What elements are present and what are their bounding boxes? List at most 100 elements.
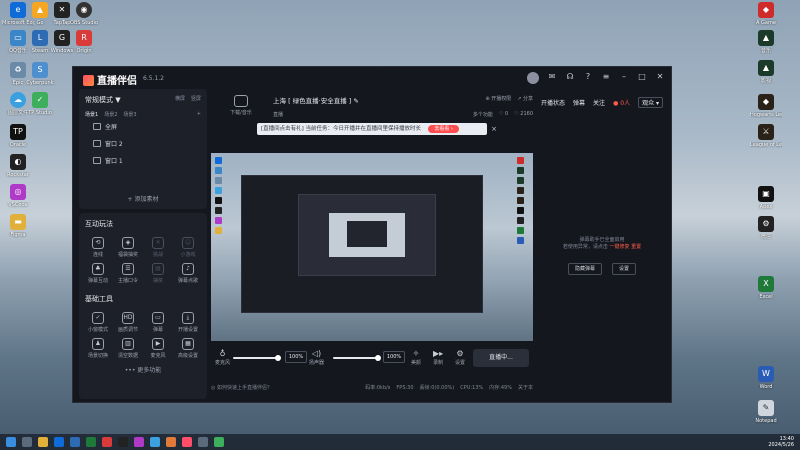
avatar[interactable] [527, 72, 539, 84]
quick-start-link[interactable]: ◎ 如何快速上手直播伴侣？ [211, 381, 272, 395]
tab-live-status[interactable]: 开播状态 [541, 98, 565, 107]
tab-scene-3[interactable]: 场景3 [123, 111, 136, 118]
reset-link[interactable]: 重置 [631, 244, 641, 250]
taskbar-app-icon[interactable] [38, 437, 48, 447]
taskbar-app-icon[interactable] [102, 437, 112, 447]
taskbar-app-icon[interactable] [166, 437, 176, 447]
tool-item[interactable]: ⟲ 连线 [83, 235, 113, 258]
tool-item[interactable]: ◈ 福袋抽奖 [113, 235, 143, 258]
close-button[interactable]: ✕ [655, 72, 665, 82]
taskbar-app-icon[interactable] [150, 437, 160, 447]
speaker-volume-slider[interactable] [333, 355, 381, 361]
list-item[interactable]: 全屏 [79, 118, 207, 135]
desktop-icon[interactable]: R Origin [68, 30, 100, 54]
settings-button[interactable]: ⚙ 设置 [455, 349, 465, 366]
slider-handle[interactable] [375, 355, 381, 361]
portrait-button[interactable]: 竖屏 [191, 95, 201, 105]
menu-icon[interactable]: ≡ [601, 72, 611, 82]
features-link[interactable]: 多个功能 [473, 111, 493, 118]
add-scene-icon[interactable]: + [197, 111, 201, 118]
taskbar-app-icon[interactable] [118, 437, 128, 447]
help-icon[interactable]: ? [583, 72, 593, 82]
desktop-icon[interactable]: X Excel [750, 276, 782, 300]
headset-icon[interactable]: ☊ [565, 72, 575, 82]
record-button[interactable]: ▶▸ 录制 [433, 349, 443, 366]
live-status-button[interactable]: 直播中... [473, 349, 529, 367]
permission-button[interactable]: ⊕ 开播权限 [485, 95, 511, 102]
mic-toggle[interactable]: ♁ 麦克风 [215, 349, 230, 366]
room-title[interactable]: 上海 [ 绿色直播·安全直播 ] ✎ [273, 95, 359, 105]
tool-item[interactable]: ✕ 挑战 [143, 235, 173, 258]
speaker-volume-value[interactable]: 100% [383, 351, 405, 363]
stream-preview[interactable] [211, 153, 533, 341]
more-features-button[interactable]: ••• 更多功能 [79, 363, 207, 374]
taskbar-app-icon[interactable] [182, 437, 192, 447]
maximize-button[interactable]: □ [637, 72, 647, 82]
share-button[interactable]: ↗ 分享 [517, 95, 533, 102]
viewer-filter-select[interactable]: 观众 ▾ [638, 97, 663, 108]
desktop-icon[interactable]: ✓ TP Studio [24, 92, 56, 116]
desktop-icon[interactable]: ◆Hogwarts Legacy [750, 94, 782, 118]
taskbar-app-icon[interactable] [86, 437, 96, 447]
mic-volume-slider[interactable] [233, 355, 281, 361]
desktop-icon[interactable]: ◐ Rockstar [2, 154, 34, 178]
room-category: 直播 [273, 112, 284, 118]
desktop-icon[interactable]: ◉ OBS Studio [68, 2, 100, 26]
banner-go-button[interactable]: 去看看 › [428, 125, 459, 133]
tool-item[interactable]: ▤ 抽奖 [143, 261, 173, 284]
tool-item[interactable]: HD 画质调节 [113, 310, 143, 333]
banner-close-icon[interactable]: × [491, 123, 497, 135]
tool-item[interactable]: ▥ 清空数据 [113, 336, 143, 359]
add-source-button[interactable]: + 添加素材 [79, 194, 207, 203]
tool-item[interactable]: ♣ 弹幕互动 [83, 261, 113, 284]
landscape-button[interactable]: 横屏 [175, 95, 185, 105]
desktop-icon[interactable]: ▣ Apex [750, 186, 782, 210]
mic-volume-value[interactable]: 100% [285, 351, 307, 363]
tool-item[interactable]: ✓ 小窗模式 [83, 310, 113, 333]
tab-scene-2[interactable]: 场景2 [104, 111, 117, 118]
tab-scene-1[interactable]: 场景1 [85, 111, 98, 118]
tool-item[interactable]: ▶ 麦克风 [143, 336, 173, 359]
taskbar-app-icon[interactable] [198, 437, 208, 447]
desktop-icon[interactable]: ⚔League of Legends [750, 124, 782, 148]
mode-select[interactable]: 常规模式 ▼ [85, 95, 121, 105]
taskbar-clock[interactable]: 13:40 2024/5/26 [768, 436, 794, 448]
list-item[interactable]: 窗口 2 [79, 135, 207, 152]
app-icon: R [76, 30, 92, 46]
desktop-icon[interactable]: ▲ 音乐 [750, 30, 782, 54]
tool-item[interactable]: ▭ 弹幕 [143, 310, 173, 333]
tab-danmaku[interactable]: 弹幕 [573, 98, 585, 107]
minimize-button[interactable]: – [619, 72, 629, 82]
desktop-icon[interactable]: ▬ Figma [2, 214, 34, 238]
desktop-icon[interactable]: ✎ Notepad [750, 400, 782, 424]
tool-item[interactable]: ☺ 小游戏 [173, 235, 203, 258]
app-icon: ✓ [32, 92, 48, 108]
taskbar-app-icon[interactable] [134, 437, 144, 447]
tool-item[interactable]: ⤓ 开播设置 [173, 310, 203, 333]
tool-item[interactable]: ♪ 弹幕点歌 [173, 261, 203, 284]
room-cover[interactable]: 下载/音乐 [219, 93, 263, 121]
tool-item[interactable]: ☰ 主播口令 [113, 261, 143, 284]
message-icon[interactable]: ✉ [547, 72, 557, 82]
fix-link[interactable]: 一键修复 [609, 244, 629, 250]
hide-danmaku-button[interactable]: 隐藏弹幕 [567, 263, 602, 275]
desktop-icon[interactable]: ▲ 影视 [750, 60, 782, 84]
slider-handle[interactable] [275, 355, 281, 361]
desktop-icon[interactable]: ◆ A Game [750, 2, 782, 26]
tool-item[interactable]: ▦ 高级设置 [173, 336, 203, 359]
start-icon[interactable] [6, 437, 16, 447]
tool-item[interactable]: ♟ 场景切换 [83, 336, 113, 359]
desktop-icon[interactable]: ◎ VSCode [2, 184, 34, 208]
danmaku-settings-button[interactable]: 设置 [612, 263, 637, 275]
desktop-icon[interactable]: TP Oracle [2, 124, 34, 148]
speaker-toggle[interactable]: ◁) 扬声器 [309, 349, 324, 366]
desktop-icon[interactable]: S Cyberpunk [24, 62, 56, 86]
desktop-icon[interactable]: ⚙ 微信 [750, 216, 782, 240]
list-item[interactable]: 窗口 1 [79, 152, 207, 169]
desktop-icon[interactable]: W Word [750, 366, 782, 390]
search-icon[interactable] [22, 437, 32, 447]
taskbar-app-icon[interactable] [70, 437, 80, 447]
beauty-button[interactable]: ✧ 美颜 [411, 349, 421, 366]
taskbar-app-icon[interactable] [214, 437, 224, 447]
taskbar-app-icon[interactable] [54, 437, 64, 447]
